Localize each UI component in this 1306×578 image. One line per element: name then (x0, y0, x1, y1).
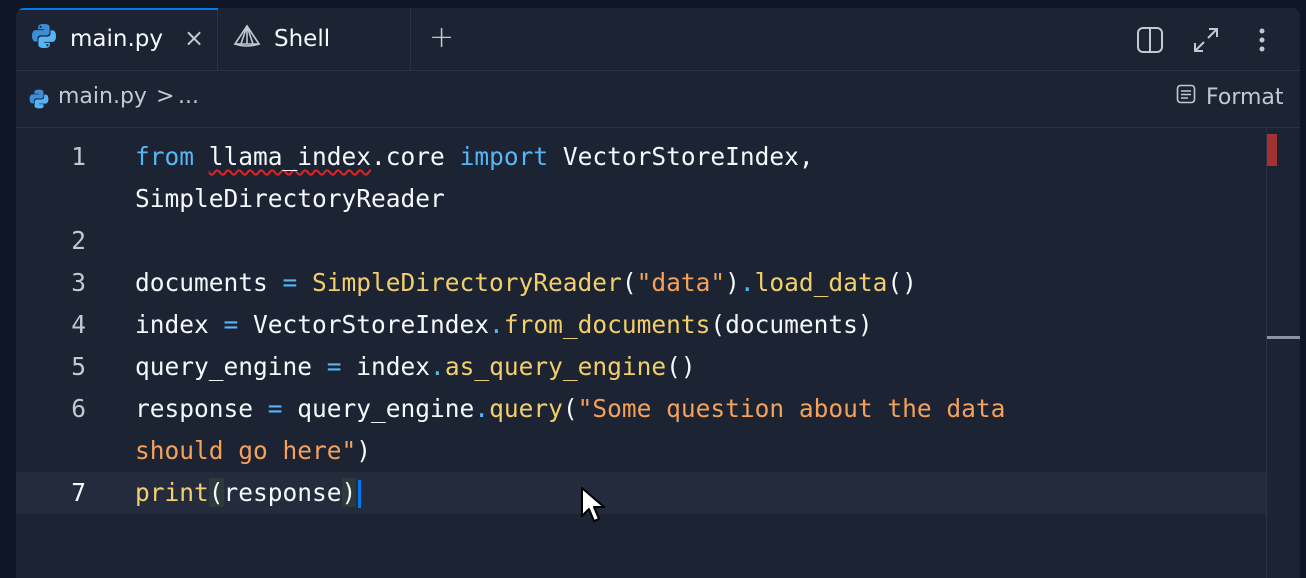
line-number: 7 (71, 478, 86, 507)
code-line: 2 (16, 220, 1266, 262)
line-number: 5 (71, 352, 86, 381)
more-vert-icon[interactable] (1252, 26, 1280, 54)
code-line-active: 7 print(response) (16, 472, 1266, 514)
tab-label: Shell (274, 26, 331, 52)
shell-icon (232, 22, 262, 56)
code-text: SimpleDirectoryReader (135, 184, 445, 213)
code-line: 3 documents = SimpleDirectoryReader("dat… (16, 262, 1266, 304)
code-line-wrap: should go here") (16, 430, 1266, 472)
python-icon (30, 22, 58, 56)
breadcrumb-more[interactable]: ... (178, 84, 199, 109)
editor-panel: main.py × Shell + main.py > ... Format 1… (16, 8, 1300, 578)
code-text: response = query_engine.query("Some ques… (135, 394, 1006, 423)
tab-label: main.py (70, 26, 163, 52)
text-caret (358, 480, 362, 508)
mouse-pointer-icon (580, 486, 608, 530)
format-button[interactable]: Format (1176, 84, 1284, 110)
tab-shell[interactable]: Shell (218, 8, 411, 70)
code-text: index = VectorStoreIndex.from_documents(… (135, 310, 873, 339)
split-pane-icon[interactable] (1136, 26, 1164, 54)
code-editor[interactable]: 1 from llama_index.core import VectorSto… (16, 128, 1266, 578)
code-line: 1 from llama_index.core import VectorSto… (16, 136, 1266, 178)
line-number: 3 (71, 268, 86, 297)
add-tab-button[interactable]: + (429, 23, 454, 53)
tab-bar: main.py × Shell + (16, 8, 1300, 71)
code-text: query_engine = index.as_query_engine() (135, 352, 696, 381)
line-number: 1 (71, 142, 86, 171)
scrollbar-thumb[interactable] (1267, 336, 1300, 339)
chevron-right-icon: > (156, 84, 175, 109)
code-text: documents = SimpleDirectoryReader("data"… (135, 268, 917, 297)
line-number: 4 (71, 310, 86, 339)
code-text: print(response) (135, 472, 362, 514)
code-line-wrap: SimpleDirectoryReader (16, 178, 1266, 220)
code-line: 4 index = VectorStoreIndex.from_document… (16, 304, 1266, 346)
breadcrumb-file[interactable]: main.py (58, 84, 147, 109)
breadcrumb: main.py > ... Format (16, 71, 1300, 128)
line-number: 6 (71, 394, 86, 423)
python-icon (28, 88, 50, 114)
line-number: 2 (71, 226, 86, 255)
scrollbar[interactable] (1266, 128, 1300, 578)
maximize-icon[interactable] (1192, 26, 1220, 54)
code-line: 6 response = query_engine.query("Some qu… (16, 388, 1266, 430)
close-icon[interactable]: × (184, 26, 204, 50)
format-label: Format (1206, 84, 1284, 110)
code-text: should go here") (135, 436, 372, 465)
tab-main-py[interactable]: main.py × (16, 8, 218, 70)
format-icon (1176, 84, 1196, 110)
code-text: from llama_index.core import VectorStore… (135, 142, 814, 171)
error-marker (1267, 134, 1277, 166)
code-line: 5 query_engine = index.as_query_engine() (16, 346, 1266, 388)
